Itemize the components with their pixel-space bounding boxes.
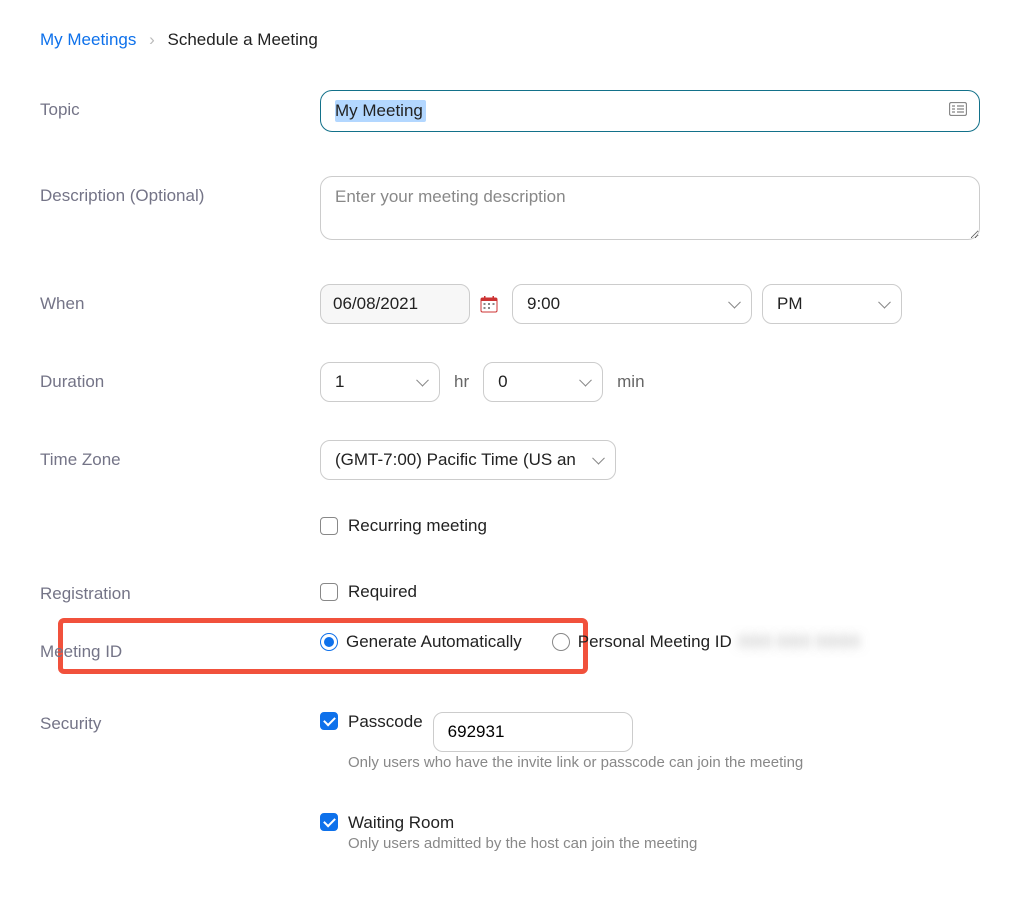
chevron-right-icon: › [149, 30, 155, 49]
timezone-select[interactable]: (GMT-7:00) Pacific Time (US and Canada) [320, 440, 616, 480]
label-timezone: Time Zone [40, 440, 320, 470]
row-description: Description (Optional) [40, 176, 984, 270]
label-meeting-id: Meeting ID [40, 632, 320, 662]
meeting-id-personal-label: Personal Meeting ID [578, 632, 732, 652]
min-label: min [617, 372, 644, 392]
waiting-room-hint: Only users admitted by the host can join… [320, 835, 832, 852]
label-registration: Registration [40, 574, 320, 604]
label-description: Description (Optional) [40, 176, 320, 206]
label-when: When [40, 284, 320, 314]
meeting-id-personal-radio[interactable] [552, 633, 570, 651]
calendar-icon[interactable] [480, 295, 498, 313]
passcode-input[interactable] [433, 712, 633, 752]
topic-value: My Meeting [335, 101, 423, 120]
topic-input[interactable]: My Meeting [320, 90, 980, 132]
breadcrumb-my-meetings[interactable]: My Meetings [40, 30, 136, 49]
row-security: Security Passcode Only users who have th… [40, 704, 984, 860]
passcode-hint: Only users who have the invite link or p… [320, 754, 984, 771]
waiting-room-label: Waiting Room [348, 813, 454, 833]
recurring-label: Recurring meeting [348, 516, 487, 536]
registration-required-checkbox[interactable] [320, 583, 338, 601]
registration-required-label: Required [348, 582, 417, 602]
passcode-checkbox[interactable] [320, 712, 338, 730]
date-input[interactable] [320, 284, 470, 324]
duration-hours-select[interactable]: 1 [320, 362, 440, 402]
recurring-checkbox[interactable] [320, 517, 338, 535]
row-timezone: Time Zone (GMT-7:00) Pacific Time (US an… [40, 440, 984, 484]
label-topic: Topic [40, 90, 320, 120]
meeting-id-auto-label: Generate Automatically [346, 632, 522, 652]
ampm-select[interactable]: PM [762, 284, 902, 324]
time-select[interactable]: 9:00 [512, 284, 752, 324]
passcode-label: Passcode [348, 712, 423, 732]
label-security: Security [40, 704, 320, 734]
duration-minutes-select[interactable]: 0 [483, 362, 603, 402]
row-recurring: Recurring meeting [40, 508, 984, 552]
breadcrumb-current: Schedule a Meeting [168, 30, 318, 49]
row-when: When 9:00 PM [40, 284, 984, 328]
waiting-room-checkbox[interactable] [320, 813, 338, 831]
personal-meeting-id-value: XXX XXX XXXX [738, 632, 861, 652]
breadcrumb: My Meetings › Schedule a Meeting [40, 30, 984, 50]
row-meeting-id: Meeting ID Generate Automatically Person… [40, 632, 984, 676]
row-registration: Registration Required [40, 574, 984, 618]
row-duration: Duration 1 hr 0 min [40, 362, 984, 406]
template-icon[interactable] [949, 101, 967, 121]
description-textarea[interactable] [320, 176, 980, 240]
hr-label: hr [454, 372, 469, 392]
row-topic: Topic My Meeting [40, 90, 984, 162]
meeting-id-auto-radio[interactable] [320, 633, 338, 651]
label-duration: Duration [40, 362, 320, 392]
